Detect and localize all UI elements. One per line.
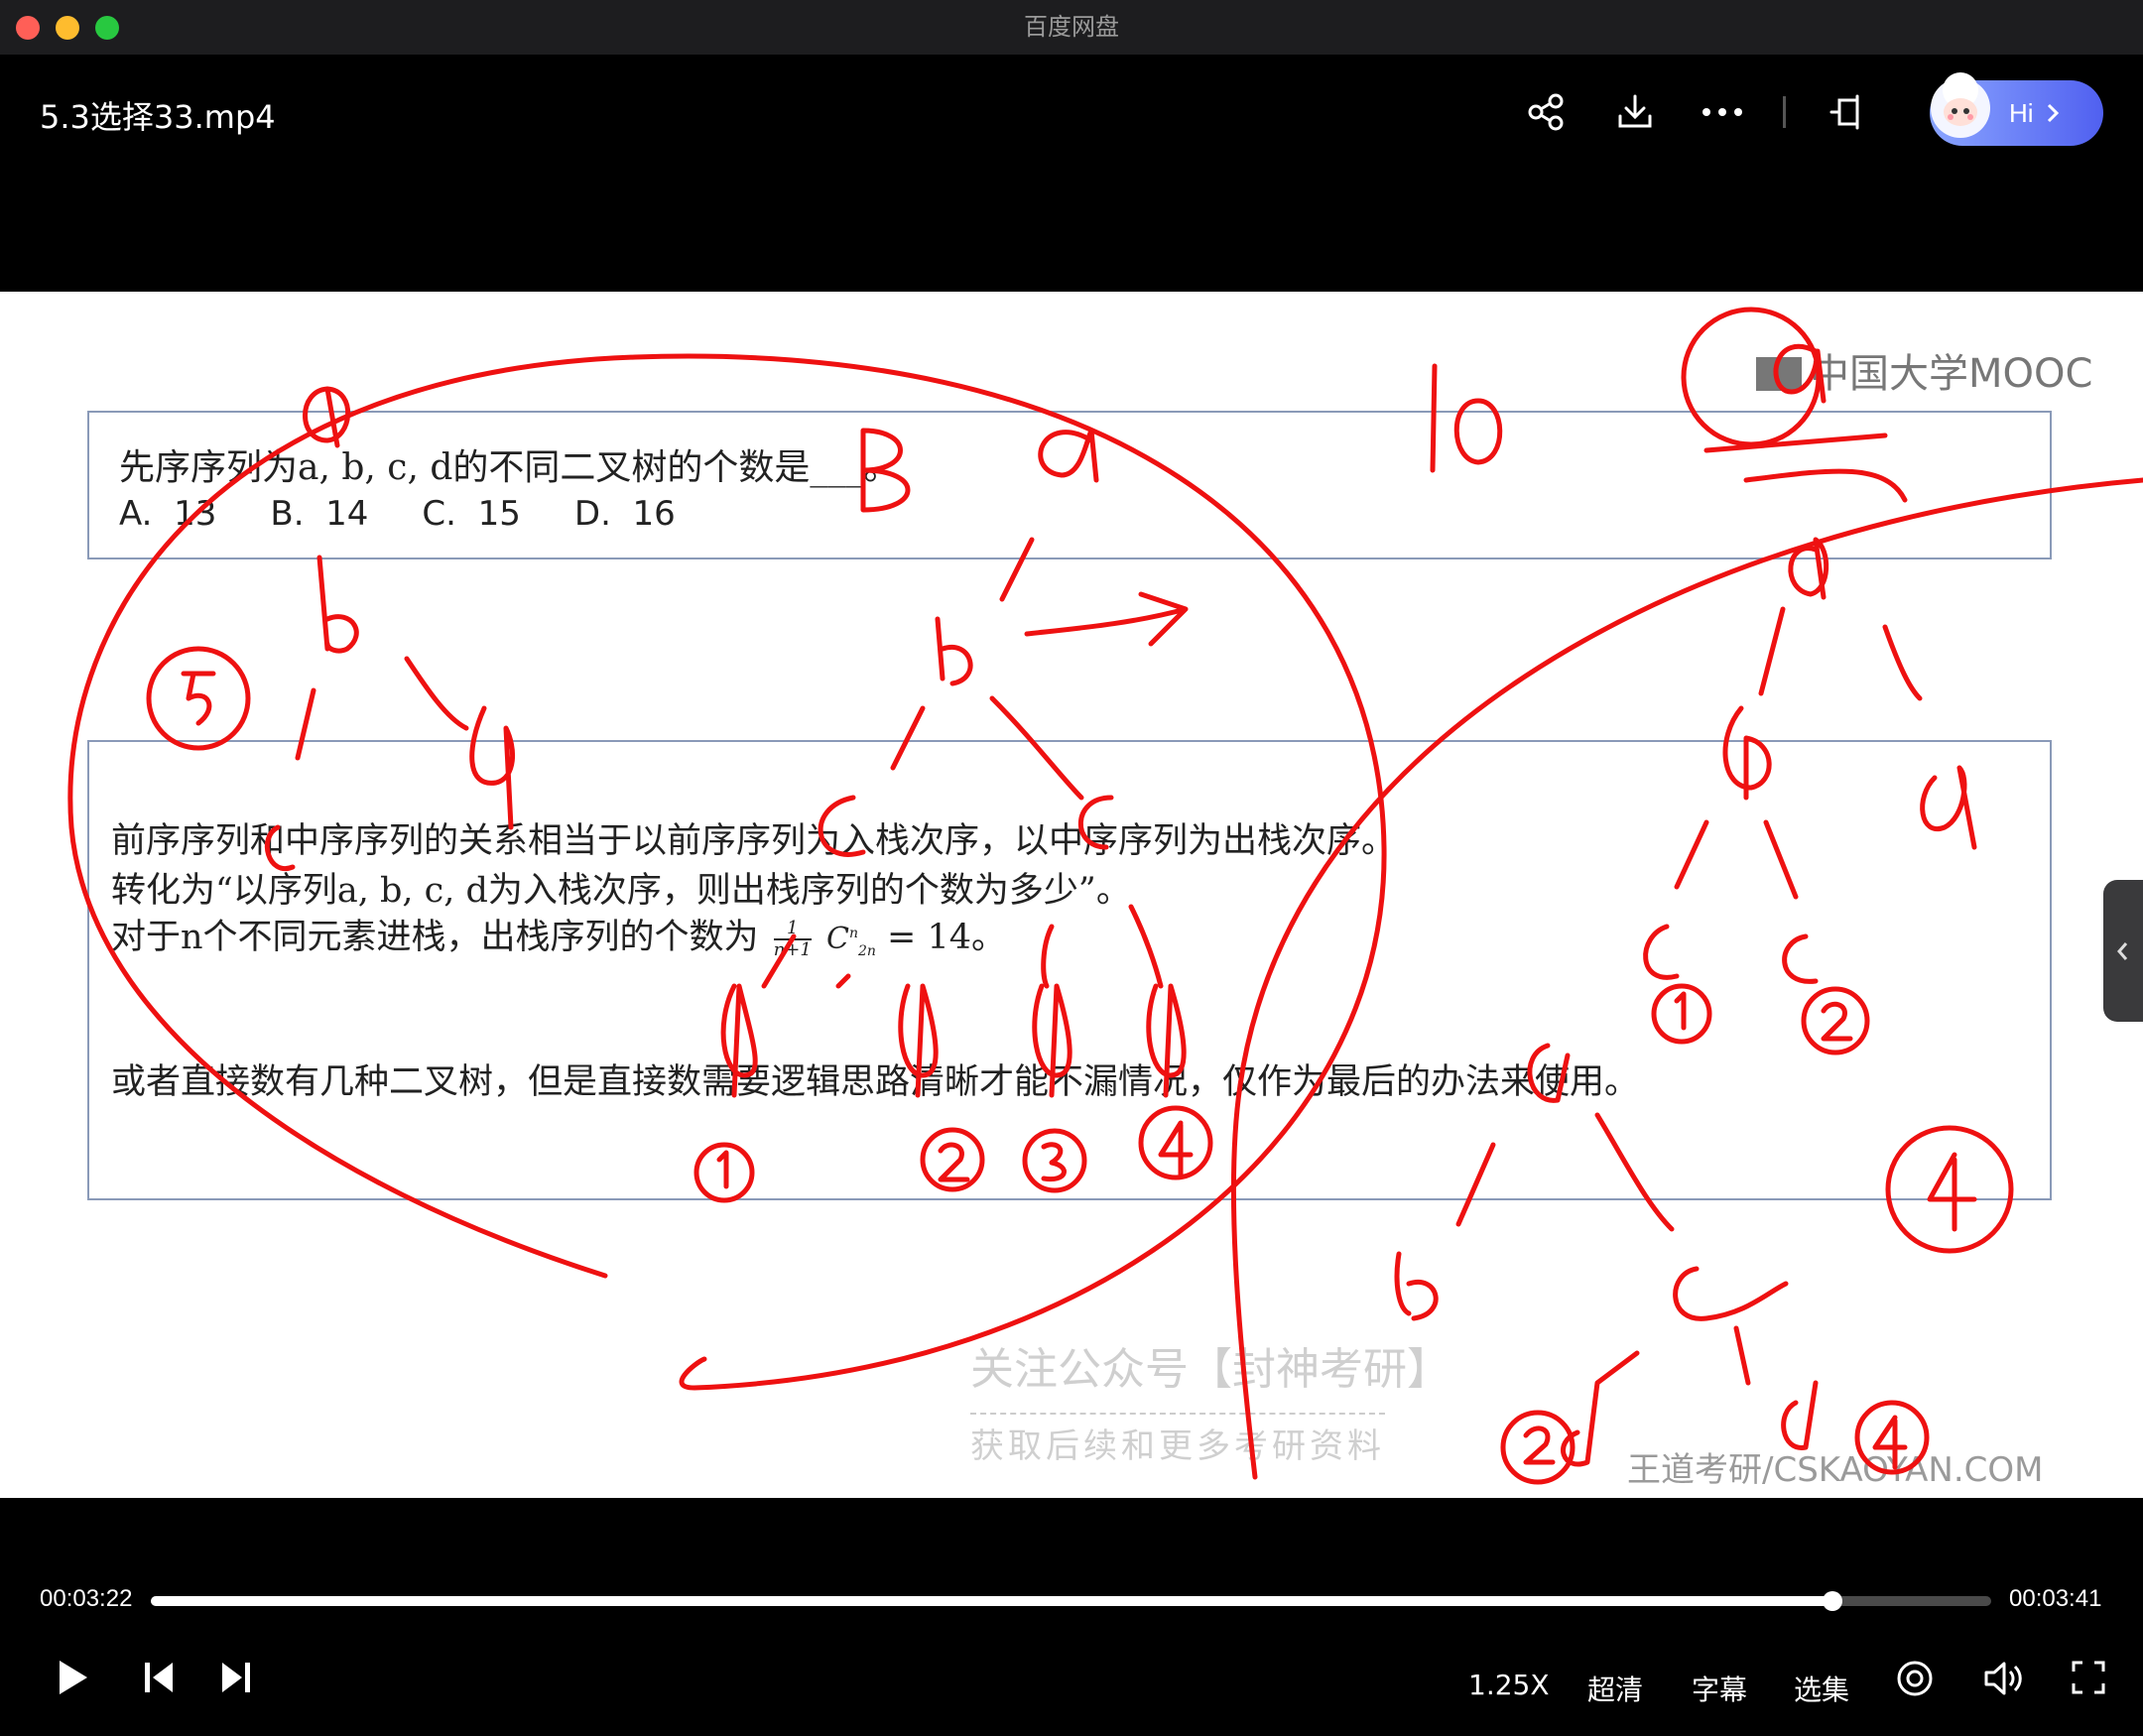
volume-button[interactable]: [1982, 1659, 2024, 1698]
chevron-left-icon: [2117, 941, 2128, 960]
skip-previous-icon: [145, 1663, 173, 1692]
volume-icon: [1984, 1662, 2022, 1695]
current-time: 00:03:22: [40, 1585, 133, 1612]
side-panel-toggle[interactable]: [2103, 880, 2143, 1022]
download-button[interactable]: [1607, 84, 1663, 140]
episodes-button[interactable]: 选集: [1794, 1669, 1849, 1708]
title-bar: 百度网盘: [0, 0, 2143, 55]
download-icon: [1618, 94, 1652, 128]
fullscreen-icon: [2072, 1661, 2105, 1694]
more-icon: [1702, 108, 1742, 116]
total-time: 00:03:41: [2009, 1585, 2102, 1612]
quality-button[interactable]: 超清: [1587, 1669, 1643, 1708]
progress-bar[interactable]: [151, 1591, 1991, 1611]
assistant-avatar-icon: [1931, 72, 1990, 138]
assistant-label: Hi: [2009, 97, 2034, 128]
handwriting-annotations: [67, 307, 2143, 1485]
pip-icon: [1829, 94, 1859, 130]
subtitle-button[interactable]: 字幕: [1692, 1669, 1747, 1708]
share-button[interactable]: [1518, 84, 1574, 140]
player-header: 5.3选择33.mp4 Hi: [0, 55, 2143, 293]
play-button[interactable]: [56, 1659, 89, 1696]
player-controls: 00:03:22 00:03:41 1.25X 超清 字幕 选集: [0, 1498, 2143, 1736]
progress-handle[interactable]: [1823, 1591, 1843, 1611]
header-divider: [1783, 96, 1786, 128]
picture-in-picture-button[interactable]: [1818, 84, 1873, 140]
window-title: 百度网盘: [1024, 13, 1119, 41]
more-button[interactable]: [1695, 84, 1750, 140]
settings-button[interactable]: [1895, 1659, 1935, 1698]
fullscreen-button[interactable]: [2072, 1661, 2105, 1694]
share-icon: [1528, 93, 1564, 131]
settings-icon: [1897, 1661, 1933, 1696]
ai-assistant-button[interactable]: Hi: [1930, 72, 2103, 146]
video-frame[interactable]: 中国大学MOOC 先序序列为a, b, c, d的不同二叉树的个数是___。 A…: [0, 292, 2143, 1498]
chevron-right-icon: [2047, 103, 2059, 123]
video-filename: 5.3选择33.mp4: [40, 98, 276, 136]
progress-fill: [151, 1596, 1833, 1606]
playback-speed-button[interactable]: 1.25X: [1468, 1669, 1550, 1701]
next-button[interactable]: [220, 1661, 252, 1694]
previous-button[interactable]: [143, 1661, 175, 1694]
play-icon: [60, 1661, 87, 1694]
skip-next-icon: [222, 1663, 250, 1692]
